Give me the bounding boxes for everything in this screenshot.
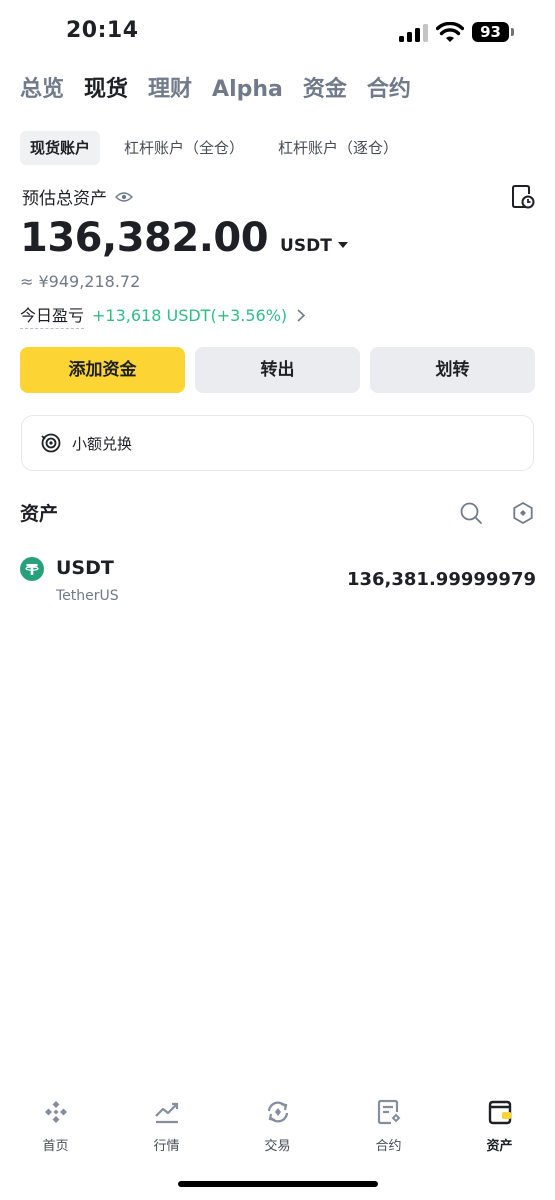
chart-icon — [154, 1102, 178, 1124]
tab-alpha[interactable]: Alpha — [212, 72, 283, 108]
battery-tip — [511, 28, 514, 36]
dust-convert-card[interactable]: 小额兑换 — [21, 415, 534, 471]
nav-home-label: 首页 — [42, 1139, 69, 1154]
home-indicator — [178, 1181, 378, 1187]
binance-logo-icon — [44, 1101, 67, 1123]
tab-spot-account[interactable]: 现货账户 — [20, 131, 101, 165]
transfer-button[interactable]: 划转 — [370, 347, 535, 393]
tab-earn[interactable]: 理财 — [148, 72, 192, 108]
cellular-signal-icon — [399, 24, 429, 42]
nav-home[interactable]: 首页 — [0, 1098, 111, 1168]
pnl-label: 今日盈亏 — [20, 302, 85, 329]
nav-assets[interactable]: 资产 — [444, 1098, 555, 1168]
total-balance-value: 136,382.00 — [20, 215, 269, 261]
asset-symbol: USDT — [56, 557, 114, 579]
balance-row: 136,382.00 USDT — [20, 215, 348, 261]
convert-icon — [41, 433, 61, 453]
futures-icon — [377, 1099, 400, 1125]
chevron-right-icon — [297, 309, 306, 322]
withdraw-button[interactable]: 转出 — [195, 347, 360, 393]
account-type-tabs: 现货账户 杠杆账户（全仓） 杠杆账户（逐仓） — [20, 131, 422, 165]
battery-icon: 93 — [472, 22, 509, 42]
status-time: 20:14 — [66, 18, 139, 43]
pnl-value: +13,618 USDT(+3.56%) — [92, 306, 288, 325]
status-bar: 20:14 93 — [0, 0, 555, 66]
tab-isolated-margin-account[interactable]: 杠杆账户（逐仓） — [268, 131, 408, 165]
action-buttons: 添加资金 转出 划转 — [20, 347, 535, 393]
nav-trade-label: 交易 — [264, 1139, 291, 1154]
tab-overview[interactable]: 总览 — [20, 72, 64, 108]
todays-pnl[interactable]: 今日盈亏 +13,618 USDT(+3.56%) — [20, 302, 306, 329]
nav-trade[interactable]: 交易 — [222, 1098, 333, 1168]
settings-icon[interactable] — [511, 501, 535, 525]
dust-convert-label: 小额兑换 — [72, 434, 133, 453]
search-icon[interactable] — [459, 501, 483, 525]
wifi-icon — [436, 22, 464, 42]
assets-section-title: 资产 — [20, 503, 59, 525]
wallet-tabs: 总览 现货 理财 Alpha 资金 合约 — [20, 72, 431, 108]
nav-markets-label: 行情 — [153, 1139, 180, 1154]
bottom-nav: 首页 行情 交易 合约 资产 — [0, 1098, 555, 1168]
fiat-equivalent: ≈ ¥949,218.72 — [20, 272, 141, 291]
eye-icon[interactable] — [115, 191, 133, 203]
estimated-balance-label: 预估总资产 — [22, 184, 133, 209]
nav-futures[interactable]: 合约 — [333, 1098, 444, 1168]
estimated-balance-text: 预估总资产 — [22, 189, 107, 209]
wallet-icon — [488, 1100, 511, 1125]
asset-name: TetherUS — [56, 588, 119, 604]
tab-futures[interactable]: 合约 — [367, 72, 411, 108]
tab-spot[interactable]: 现货 — [84, 72, 128, 108]
tab-funding[interactable]: 资金 — [303, 72, 347, 108]
nav-markets[interactable]: 行情 — [111, 1098, 222, 1168]
add-funds-button[interactable]: 添加资金 — [20, 347, 185, 393]
nav-assets-label: 资产 — [486, 1139, 513, 1154]
caret-down-icon[interactable] — [337, 242, 348, 248]
balance-unit-selector[interactable]: USDT — [280, 236, 332, 256]
asset-row-usdt[interactable]: USDT TetherUS 136,381.99999979 — [20, 555, 540, 611]
history-icon[interactable] — [511, 184, 535, 210]
nav-futures-label: 合约 — [375, 1139, 402, 1154]
asset-amount: 136,381.99999979 — [346, 569, 536, 590]
trade-icon — [267, 1101, 288, 1123]
tab-cross-margin-account[interactable]: 杠杆账户（全仓） — [114, 131, 254, 165]
tether-icon — [20, 557, 44, 581]
